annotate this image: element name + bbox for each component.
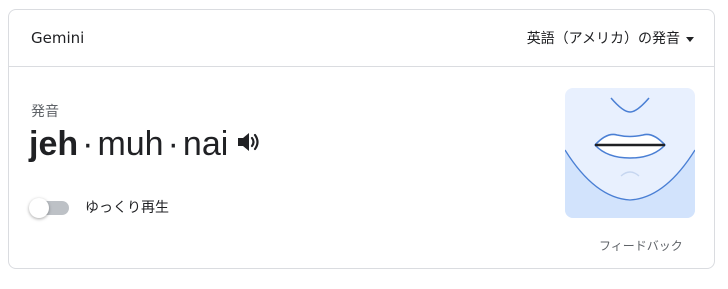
syllable-separator: · [82,125,94,163]
toggle-knob [29,198,49,218]
speaker-icon[interactable] [236,130,262,158]
slow-playback-label: ゆっくり再生 [85,200,169,216]
syllable-stressed: jeh [29,125,79,163]
syllable: nai [182,125,229,163]
phonetic-spelling: jeh · muh · nai [29,124,262,164]
slow-playback-toggle[interactable] [29,197,69,218]
card-body: 発音 jeh · muh · nai ゆっくり再生 フィードバック [9,67,714,269]
syllable: muh [97,125,164,163]
language-dropdown-label: 英語（アメリカ）の発音 [526,31,680,47]
caret-down-icon [686,36,694,42]
slow-playback-row: ゆっくり再生 [29,197,169,218]
card-header: Gemini 英語（アメリカ）の発音 [9,10,714,67]
syllable-separator: · [167,125,179,163]
pronunciation-card: Gemini 英語（アメリカ）の発音 発音 jeh · muh · nai ゆっ… [8,9,715,269]
language-dropdown[interactable]: 英語（アメリカ）の発音 [527,28,694,48]
feedback-link[interactable]: フィードバック [599,237,683,254]
pronunciation-label: 発音 [31,104,59,120]
mouth-position-illustration [565,88,695,218]
word-title: Gemini [31,29,85,47]
